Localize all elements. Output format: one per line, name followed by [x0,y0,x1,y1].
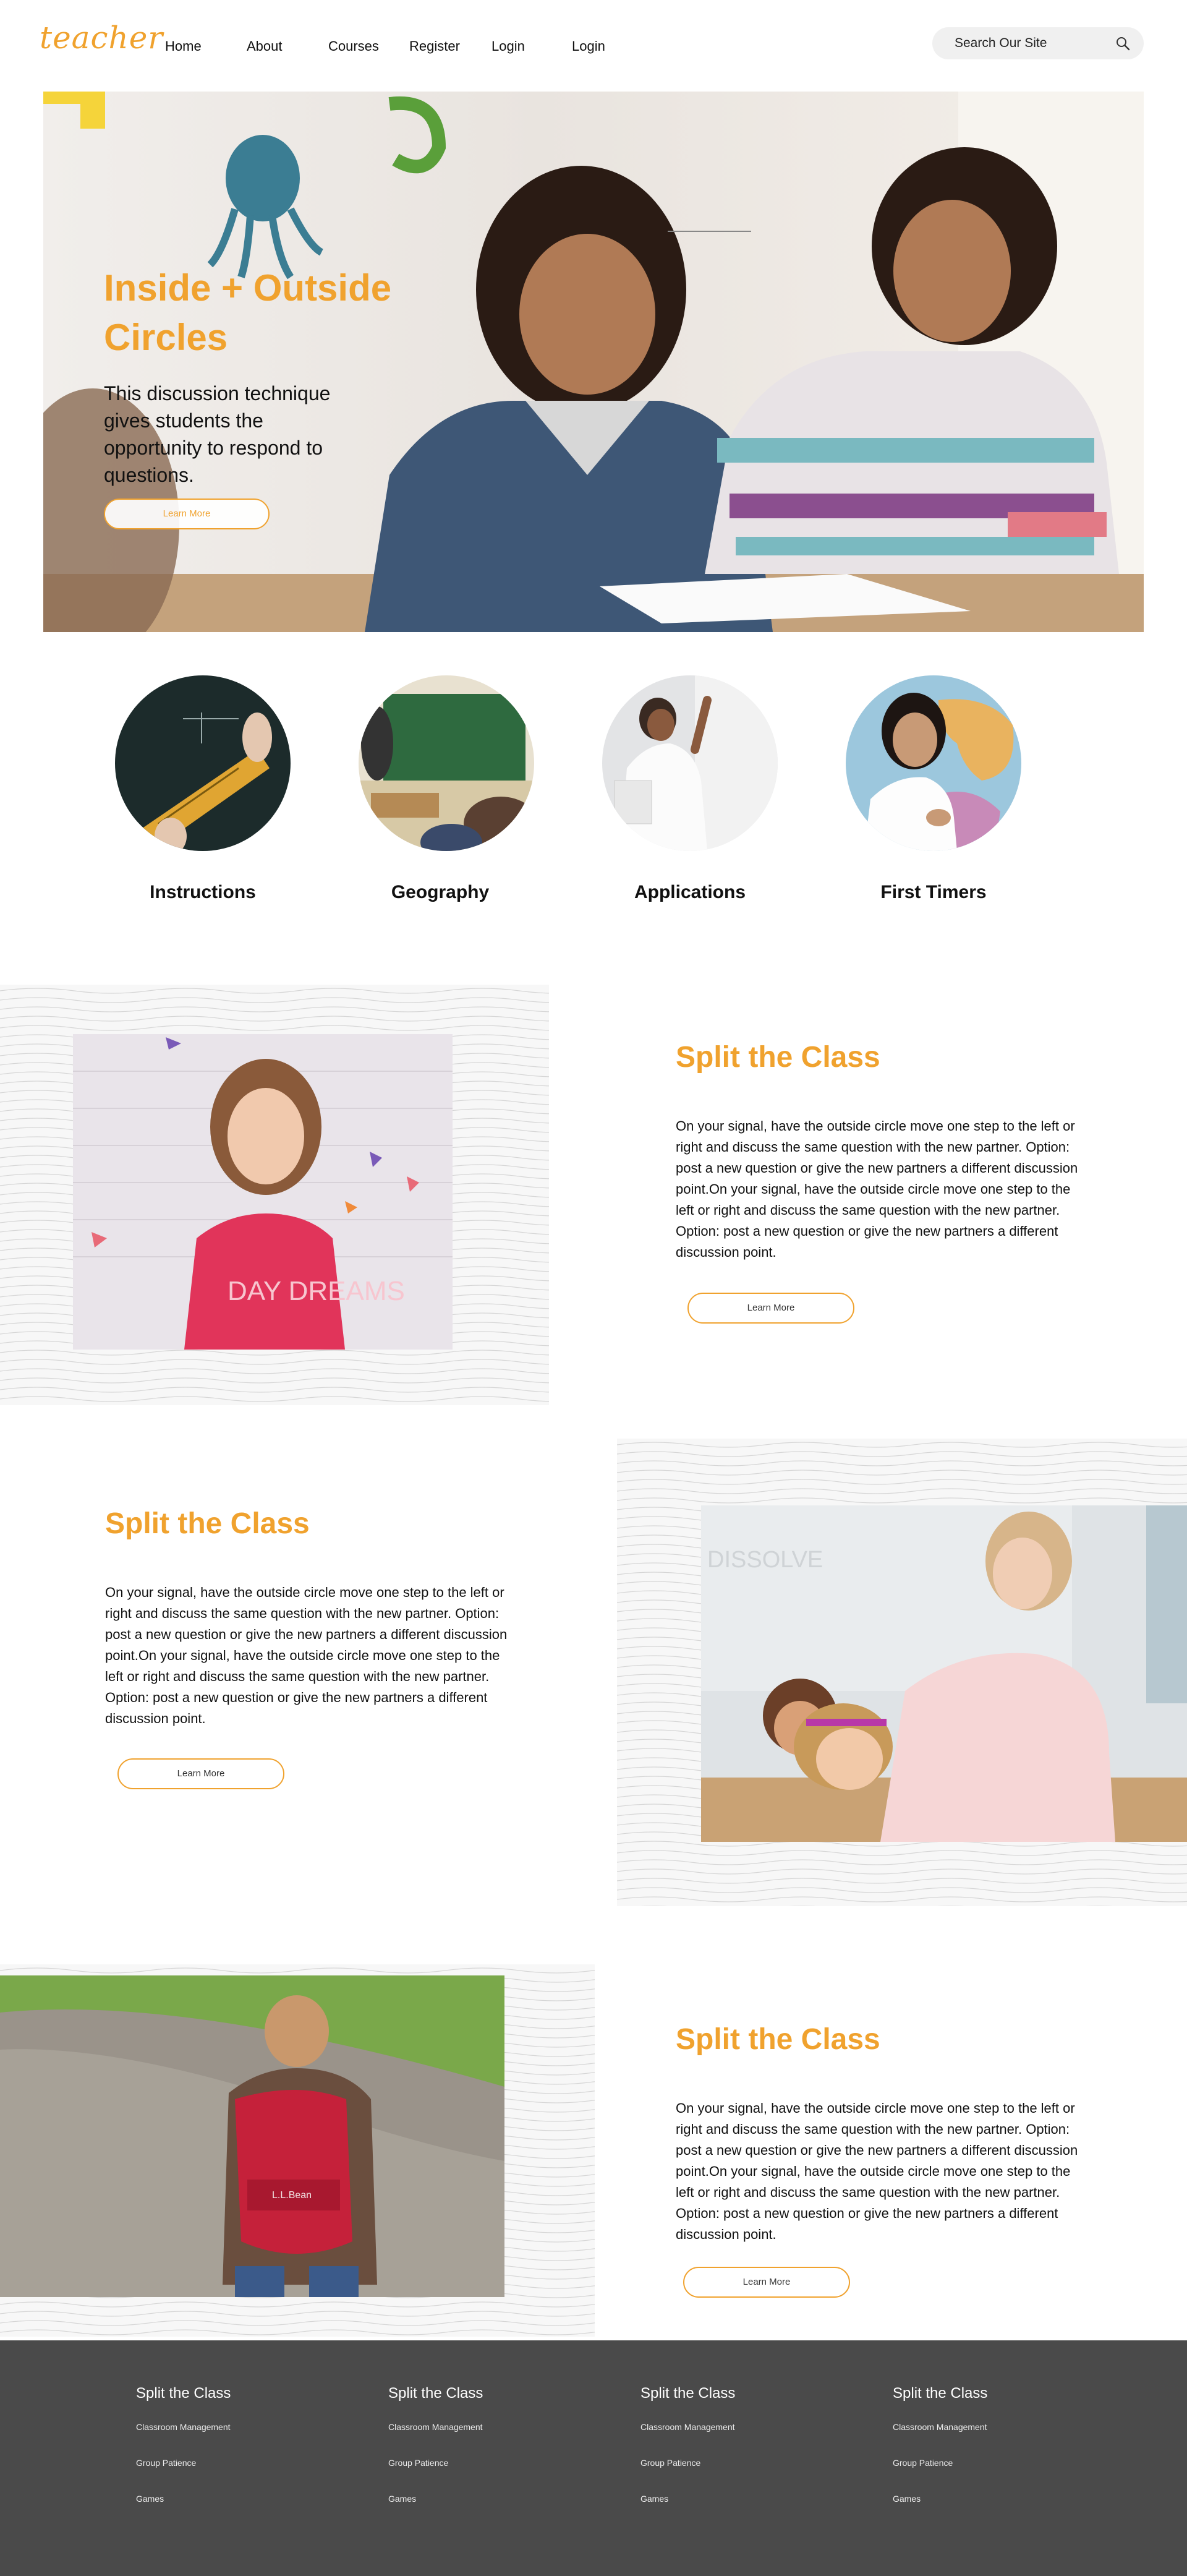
feature-2-learn-more-button[interactable]: Learn More [117,1758,284,1789]
nav-register[interactable]: Register [409,38,460,54]
hero-title: Inside + Outside Circles [104,267,392,358]
nav-about[interactable]: About [247,38,283,54]
search-bar[interactable]: Search Our Site [932,27,1144,59]
search-input[interactable]: Search Our Site [955,36,1047,51]
girl-photo: DAY DREAMS [73,1034,453,1350]
category-image-instructions[interactable] [115,675,291,851]
feature-3-title: Split the Class [676,2023,880,2056]
category-image-geography[interactable] [359,675,534,851]
category-image-first-timers[interactable] [846,675,1021,851]
shirt-text: DAY DREAMS [228,1276,405,1306]
nav-home[interactable]: Home [165,38,202,54]
feature-3-body: On your signal, have the outside circle … [676,2100,1078,2242]
instructions-photo [115,675,291,851]
footer-column-title: Split the Class [388,2385,483,2402]
watermark-text: DISSOLVE [707,1547,823,1573]
footer-link-games[interactable]: Games [893,2494,921,2504]
footer-link-classroom-management[interactable]: Classroom Management [136,2422,231,2432]
footer-link-group-patience[interactable]: Group Patience [640,2458,700,2468]
footer-column-3: Split the Class Classroom Management Gro… [640,2385,736,2504]
site-footer: Split the Class Classroom Management Gro… [0,2340,1187,2576]
category-image-applications[interactable] [602,675,778,851]
applications-photo [602,675,778,851]
category-label-first-timers[interactable]: First Timers [835,882,1032,903]
category-label-geography[interactable]: Geography [341,882,539,903]
footer-link-classroom-management[interactable]: Classroom Management [640,2422,735,2432]
footer-column-title: Split the Class [640,2385,736,2402]
nav-login-secondary[interactable]: Login [572,38,605,54]
footer-link-games[interactable]: Games [640,2494,668,2504]
teacher-student-photo: DISSOLVE [701,1505,1187,1842]
footer-link-games[interactable]: Games [136,2494,164,2504]
feature-1-title: Split the Class [676,1041,880,1074]
footer-column-title: Split the Class [136,2385,231,2402]
footer-column-4: Split the Class Classroom Management Gro… [893,2385,988,2504]
nav-login[interactable]: Login [491,38,525,54]
nav-courses[interactable]: Courses [328,38,379,54]
feature-1-learn-more-button[interactable]: Learn More [687,1293,854,1324]
hero-learn-more-button[interactable]: Learn More [104,499,270,529]
footer-column-1: Split the Class Classroom Management Gro… [136,2385,231,2504]
feature-1-image: DAY DREAMS [73,1034,453,1350]
first-timers-photo [846,675,1021,851]
search-icon[interactable] [1115,36,1130,51]
feature-2-title: Split the Class [105,1507,310,1540]
footer-link-games[interactable]: Games [388,2494,416,2504]
footer-link-classroom-management[interactable]: Classroom Management [388,2422,483,2432]
feature-3-learn-more-button[interactable]: Learn More [683,2267,850,2298]
category-label-instructions[interactable]: Instructions [104,882,302,903]
feature-2-image: DISSOLVE [701,1505,1187,1842]
footer-link-group-patience[interactable]: Group Patience [893,2458,953,2468]
category-label-applications[interactable]: Applications [591,882,789,903]
footer-column-2: Split the Class Classroom Management Gro… [388,2385,483,2504]
geography-photo [359,675,534,851]
footer-link-group-patience[interactable]: Group Patience [388,2458,448,2468]
feature-2-body: On your signal, have the outside circle … [105,1585,508,1726]
feature-3-image: L.L.Bean [0,1975,504,2297]
feature-1-body: On your signal, have the outside circle … [676,1118,1078,1260]
footer-link-group-patience[interactable]: Group Patience [136,2458,196,2468]
boy-backpack-photo: L.L.Bean [0,1975,504,2297]
site-logo[interactable]: teacher [40,20,163,56]
footer-link-classroom-management[interactable]: Classroom Management [893,2422,987,2432]
hero-subtitle: This discussion technique gives students… [104,382,331,486]
footer-column-title: Split the Class [893,2385,988,2402]
backpack-text: L.L.Bean [272,2190,312,2201]
hero-banner: Inside + Outside Circles This discussion… [43,92,1144,632]
